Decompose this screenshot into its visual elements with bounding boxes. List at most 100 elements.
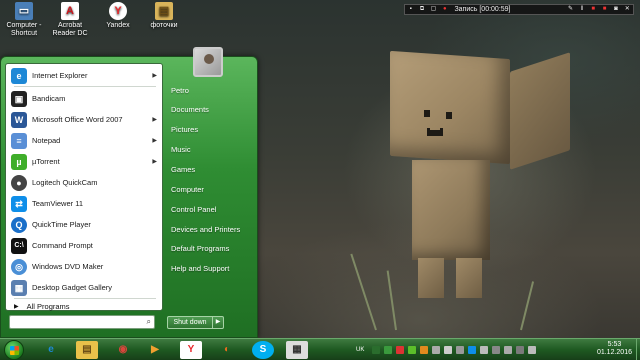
folder-icon: ▤	[82, 344, 92, 355]
submenu-arrow-icon[interactable]: ▶	[152, 72, 157, 79]
user-avatar[interactable]	[193, 47, 223, 77]
desktop-icon-yandex[interactable]: Y Yandex	[94, 2, 142, 30]
window-icon[interactable]: ⧉	[418, 6, 425, 13]
program-bandicam[interactable]: ▣ Bandicam	[8, 89, 162, 108]
search-box[interactable]: ⌕	[9, 315, 155, 329]
show-desktop-button[interactable]	[636, 339, 640, 360]
program-gadget-gallery[interactable]: ▦ Desktop Gadget Gallery	[8, 278, 162, 297]
chevron-up-icon[interactable]	[372, 346, 381, 354]
taskbar-explorer[interactable]: ▤	[76, 341, 98, 359]
recorder-status: Запись [00:00:59]	[454, 6, 511, 13]
start-button[interactable]	[4, 340, 24, 360]
media-player-icon: ▶	[151, 344, 159, 355]
grass-blade	[520, 281, 535, 331]
clock[interactable]: 5:53 01.12.2016	[597, 341, 632, 357]
robot-figure-body	[412, 160, 490, 260]
utorrent-tray-icon[interactable]	[408, 346, 417, 354]
program-label: Desktop Gadget Gallery	[32, 283, 113, 292]
program-notepad[interactable]: ≡ Notepad ▶	[8, 131, 162, 150]
firefox-icon: ◐	[223, 344, 231, 355]
utorrent-icon: µ	[11, 153, 27, 170]
network-icon[interactable]	[432, 346, 441, 354]
pause-icon[interactable]: ‖	[578, 6, 585, 13]
taskbar-media-player[interactable]: ▶	[144, 341, 166, 359]
download-icon[interactable]	[384, 346, 393, 354]
record-dot-icon: ●	[442, 6, 447, 12]
signal-icon[interactable]	[504, 346, 513, 354]
link-help-and-support[interactable]: Help and Support	[169, 261, 253, 277]
update-icon[interactable]	[516, 346, 525, 354]
taskbar-chrome[interactable]: ◉	[112, 341, 134, 359]
record-button[interactable]: ■	[601, 6, 608, 13]
program-label: Internet Explorer	[32, 71, 88, 80]
separator	[14, 298, 156, 299]
bandicam-tray-icon[interactable]	[396, 346, 405, 354]
submenu-arrow-icon[interactable]: ▶	[152, 137, 157, 144]
submenu-arrow-icon[interactable]: ▶	[152, 158, 157, 165]
clock-time: 5:53	[607, 341, 622, 348]
antivirus-tray-icon[interactable]	[420, 346, 429, 354]
recorder-toolbar: ▪ ⧉ ▢ ● Запись [00:00:59] ✎ ‖ ■ ■ ◙ ✕	[404, 4, 634, 15]
program-utorrent[interactable]: µ µTorrent ▶	[8, 152, 162, 171]
separator	[14, 86, 156, 87]
program-logitech-quickcam[interactable]: ● Logitech QuickCam	[8, 173, 162, 192]
program-dvd-maker[interactable]: ◎ Windows DVD Maker	[8, 257, 162, 276]
pencil-icon[interactable]: ✎	[567, 6, 574, 13]
pin-icon[interactable]: ▪	[407, 6, 414, 13]
battery-icon[interactable]	[492, 346, 501, 354]
shutdown-button[interactable]: Shut down	[167, 316, 213, 329]
program-teamviewer[interactable]: ⇄ TeamViewer 11	[8, 194, 162, 213]
program-quicktime[interactable]: Q QuickTime Player	[8, 215, 162, 234]
all-programs-button[interactable]: ▶ All Programs	[12, 300, 162, 312]
link-pictures[interactable]: Pictures	[169, 122, 253, 138]
desktop-icon-computer[interactable]: ▭ Computer - Shortcut	[0, 2, 48, 38]
taskbar-skype[interactable]: S	[252, 341, 274, 359]
stop-icon[interactable]: ■	[590, 6, 597, 13]
link-user-folder[interactable]: Petro	[169, 83, 253, 99]
volume-icon[interactable]	[528, 346, 537, 354]
desktop-icon-acrobat[interactable]: A Acrobat Reader DC	[46, 2, 94, 38]
submenu-arrow-icon[interactable]: ▶	[152, 116, 157, 123]
program-label: µTorrent	[32, 157, 60, 166]
robot-eye-right	[446, 112, 452, 119]
link-documents[interactable]: Documents	[169, 102, 253, 118]
arrow-right-icon: ▶	[14, 303, 19, 310]
shutdown-options-button[interactable]: ▶	[213, 316, 224, 329]
taskbar-firefox[interactable]: ◐	[216, 341, 238, 359]
link-computer[interactable]: Computer	[169, 182, 253, 198]
monitor-icon[interactable]	[456, 346, 465, 354]
teamviewer-tray-icon[interactable]	[468, 346, 477, 354]
calculator-icon: ▦	[292, 344, 302, 355]
desktop-icon-fotochki[interactable]: ▤ фоточки	[140, 2, 188, 30]
program-word[interactable]: W Microsoft Office Word 2007 ▶	[8, 110, 162, 129]
taskbar-internet-explorer[interactable]: e	[40, 341, 62, 359]
computer-icon: ▭	[15, 2, 33, 20]
robot-eye-left	[424, 110, 430, 117]
acrobat-icon: A	[61, 2, 79, 20]
taskbar-calculator[interactable]: ▦	[286, 341, 308, 359]
program-internet-explorer[interactable]: e Internet Explorer ▶	[8, 66, 162, 85]
link-music[interactable]: Music	[169, 142, 253, 158]
speaker-icon[interactable]	[480, 346, 489, 354]
link-games[interactable]: Games	[169, 162, 253, 178]
taskbar: e ▤ ◉ ▶ Y ◐ S ▦ UK 5:53 01.12.2016	[0, 338, 640, 360]
search-icon[interactable]: ⌕	[147, 317, 151, 327]
link-devices-and-printers[interactable]: Devices and Printers	[169, 222, 253, 238]
flag-icon[interactable]	[444, 346, 453, 354]
close-icon[interactable]: ✕	[624, 6, 631, 13]
bandicam-icon: ▣	[11, 90, 27, 107]
language-indicator[interactable]: UK	[356, 347, 364, 353]
grass-blade	[386, 270, 397, 331]
desktop-icon-label: Yandex	[106, 22, 130, 29]
link-default-programs[interactable]: Default Programs	[169, 241, 253, 257]
taskbar-yandex[interactable]: Y	[180, 341, 202, 359]
search-input[interactable]	[10, 316, 138, 328]
start-menu-programs-pane: e Internet Explorer ▶ ▣ Bandicam W Micro…	[5, 63, 163, 311]
program-label: Command Prompt	[32, 241, 93, 250]
fullscreen-icon[interactable]: ▢	[430, 6, 437, 13]
link-control-panel[interactable]: Control Panel	[169, 202, 253, 218]
robot-mouth	[427, 128, 443, 136]
camera-icon[interactable]: ◙	[612, 6, 619, 13]
all-programs-label: All Programs	[26, 301, 70, 311]
program-command-prompt[interactable]: C:\ Command Prompt	[8, 236, 162, 255]
